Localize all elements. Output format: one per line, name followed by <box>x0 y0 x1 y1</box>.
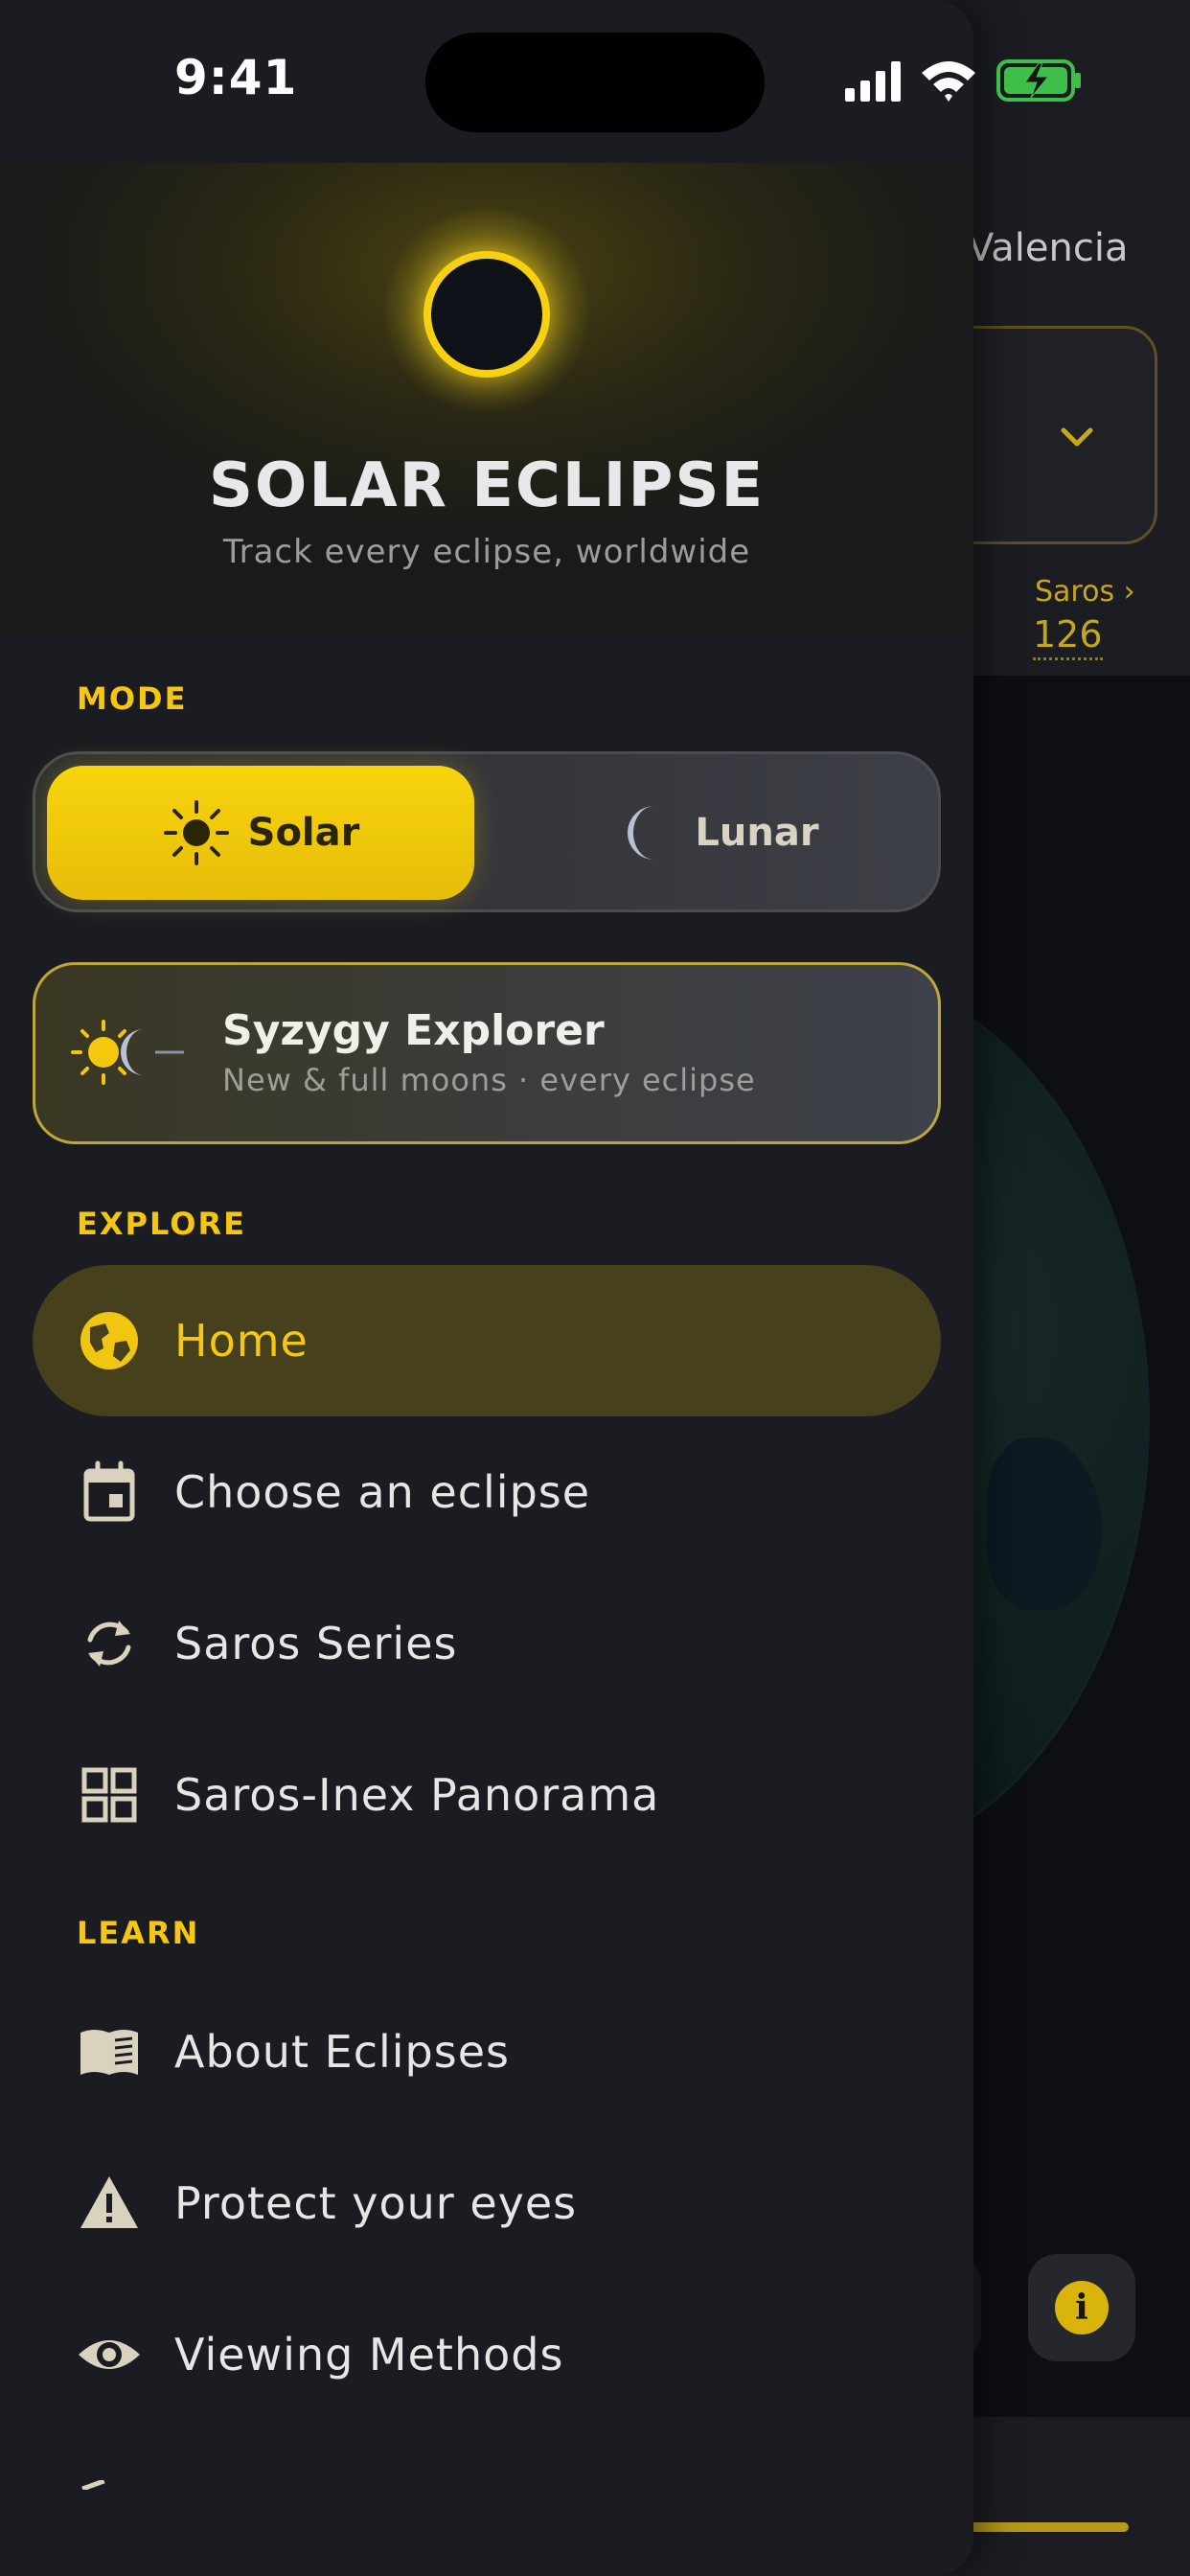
mode-lunar-button[interactable]: Lunar <box>505 766 932 900</box>
section-label-learn: LEARN <box>77 1915 200 1951</box>
section-label-mode: MODE <box>77 680 188 717</box>
eclipse-logo-icon <box>423 251 550 378</box>
status-bar: 9:41 <box>0 0 973 163</box>
navigation-drawer: 9:41 SOLAR ECLIPSE Track every eclipse, … <box>0 0 973 2576</box>
status-time: 9:41 <box>174 50 298 105</box>
drawer-hero: SOLAR ECLIPSE Track every eclipse, world… <box>0 163 973 636</box>
nav-item-viewing-methods[interactable]: Viewing Methods <box>33 2279 941 2430</box>
dynamic-island <box>425 33 765 132</box>
book-icon <box>80 2030 138 2075</box>
nav-label-saros-inex-panorama: Saros-Inex Panorama <box>174 1769 660 1821</box>
cellular-signal-icon <box>845 61 901 102</box>
wifi-icon <box>922 61 975 102</box>
nav-label-saros-series: Saros Series <box>174 1618 458 1669</box>
nav-item-home[interactable]: Home <box>33 1265 941 1416</box>
warning-icon <box>80 2176 138 2228</box>
mode-lunar-label: Lunar <box>695 811 819 855</box>
nav-item-saros-inex-panorama[interactable]: Saros-Inex Panorama <box>33 1719 941 1871</box>
eye-icon <box>79 2340 140 2369</box>
info-button[interactable]: i <box>1028 2254 1135 2361</box>
nav-label-protect-eyes: Protect your eyes <box>174 2177 578 2229</box>
nav-label-home: Home <box>174 1315 309 1367</box>
mode-solar-label: Solar <box>247 811 360 855</box>
timeline-progress[interactable] <box>949 2522 1129 2532</box>
saros-label[interactable]: Saros › <box>1035 575 1135 609</box>
nav-item-protect-eyes[interactable]: Protect your eyes <box>33 2128 941 2279</box>
mode-solar-button[interactable]: Solar <box>47 766 474 900</box>
globe-icon <box>80 1312 138 1369</box>
syzygy-explorer-title: Syzygy Explorer <box>222 1006 605 1055</box>
chevron-down-icon <box>1061 427 1093 447</box>
grid-icon <box>81 1767 137 1823</box>
nav-item-about-eclipses[interactable]: About Eclipses <box>33 1976 941 2128</box>
battery-charging-icon <box>996 59 1081 102</box>
nav-item-choose-eclipse[interactable]: Choose an eclipse <box>33 1416 941 1568</box>
app-title: SOLAR ECLIPSE <box>208 450 766 521</box>
nav-label-viewing-methods: Viewing Methods <box>174 2329 564 2380</box>
saros-number[interactable]: 126 <box>1033 613 1103 660</box>
calendar-icon <box>83 1460 135 1522</box>
cycle-icon <box>87 1621 131 1667</box>
syzygy-explorer-subtitle: New & full moons · every eclipse <box>222 1062 756 1098</box>
sun-moon-icon <box>71 1020 184 1085</box>
nav-label-choose-eclipse: Choose an eclipse <box>174 1466 591 1518</box>
mode-toggle: Solar Lunar <box>33 751 941 912</box>
section-label-explore: EXPLORE <box>77 1206 246 1242</box>
nav-item-saros-series[interactable]: Saros Series <box>33 1568 941 1719</box>
location-label[interactable]: Valencia <box>968 226 1128 270</box>
moon-icon <box>628 806 655 860</box>
app-subtitle: Track every eclipse, worldwide <box>222 533 751 571</box>
nav-label-about-eclipses: About Eclipses <box>174 2026 510 2078</box>
sun-icon <box>163 800 229 865</box>
info-icon: i <box>1055 2281 1109 2334</box>
nav-item-partial-icon <box>77 2480 115 2490</box>
